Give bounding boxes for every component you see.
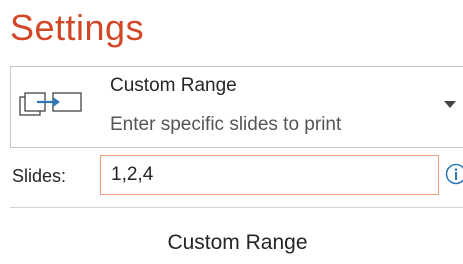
custom-range-caption: Custom Range — [167, 231, 308, 254]
print-range-dropdown[interactable]: Custom Range Enter specific slides to pr… — [10, 66, 463, 148]
chevron-down-icon[interactable] — [444, 101, 456, 109]
divider — [10, 207, 463, 208]
info-icon[interactable] — [445, 163, 463, 185]
settings-heading: Settings — [10, 7, 145, 48]
slides-label: Slides: — [12, 166, 67, 186]
dropdown-title: Custom Range — [110, 75, 237, 96]
slides-input[interactable] — [100, 155, 439, 195]
dropdown-description: Enter specific slides to print — [110, 114, 342, 135]
custom-range-icon — [19, 92, 82, 116]
